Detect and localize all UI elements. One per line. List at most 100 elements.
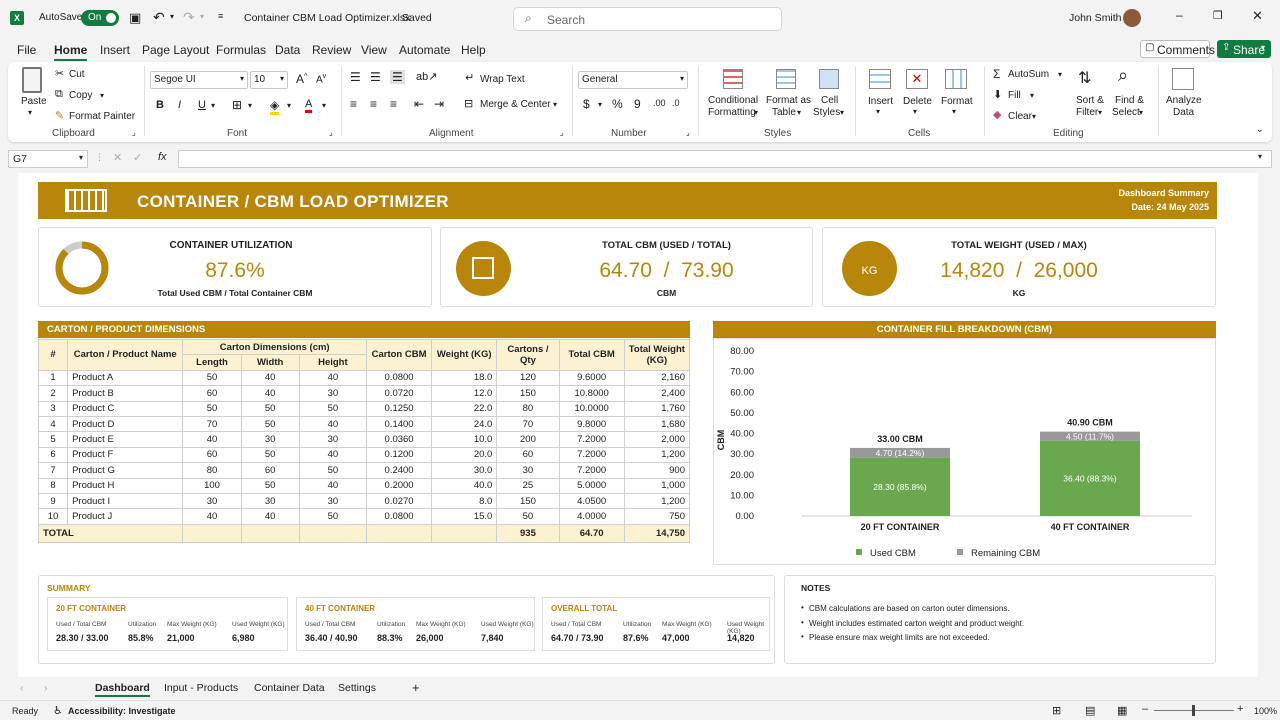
total-row[interactable]: TOTAL 935 64.70 14,750 [37,523,691,543]
format-as-table-label-2[interactable]: Table [772,107,796,118]
table-cell[interactable]: 0.2000 [365,477,433,494]
table-cell[interactable]: 120 [496,369,560,387]
table-cell[interactable]: 5.0000 [558,477,625,494]
table-cell[interactable]: 150 [496,385,560,402]
paste-icon[interactable] [22,67,42,93]
table-cell[interactable]: 8.0 [431,492,498,510]
table-cell[interactable]: 40 [182,431,242,448]
table-row[interactable]: 1 Product A 50 40 40 0.0800 18.0 120 9.6000 2,160 [37,369,691,387]
insert-cells-button[interactable]: Insert [868,96,893,107]
table-cell[interactable]: 80 [182,462,242,479]
clear-button[interactable]: Clear [1008,111,1032,122]
merge-dropdown-icon[interactable]: ▾ [553,100,557,109]
table-cell[interactable]: 50 [298,462,367,479]
format-as-table-label-1[interactable]: Format as [766,95,811,106]
normal-view-icon[interactable]: ⊞ [1052,704,1061,717]
autosum-dropdown-icon[interactable]: ▾ [1058,70,1062,79]
table-cell[interactable]: 40 [298,415,367,433]
align-bottom-icon[interactable]: ☰ [390,70,405,84]
sort-filter-label-2[interactable]: Filter [1076,107,1098,118]
underline-dropdown-icon[interactable]: ▾ [211,101,215,110]
table-cell[interactable]: Product H [67,477,184,494]
table-cell[interactable]: 9.6000 [558,369,625,387]
insert-dropdown-icon[interactable]: ▾ [876,107,880,116]
clear-icon[interactable]: ◆ [993,108,1001,121]
orientation-icon[interactable]: ab↗ [416,70,437,83]
share-button[interactable]: ⇪ Share ▾ [1217,40,1271,58]
format-painter-button[interactable]: Format Painter [69,111,135,122]
table-cell[interactable]: 0.1400 [365,415,433,433]
save-icon[interactable]: ▣ [129,10,141,26]
table-cell[interactable]: 70 [496,415,560,433]
table-cell[interactable]: 30 [182,492,242,510]
menu-file[interactable]: File [17,43,36,57]
table-cell[interactable]: 24.0 [431,415,498,433]
table-cell[interactable]: 4.0500 [558,492,625,510]
table-cell[interactable]: 60 [496,446,560,464]
file-name[interactable]: Container CBM Load Optimizer.xlsx [244,12,410,24]
table-cell[interactable]: 7 [37,462,69,479]
tab-dashboard[interactable]: Dashboard [95,682,150,697]
scroll-left-icon[interactable]: ‹ [20,682,24,694]
table-cell[interactable]: Product I [67,492,184,510]
redo-icon[interactable]: ↷ [183,9,195,26]
table-row[interactable]: 2 Product B 60 40 30 0.0720 12.0 150 10.8000 2,40… [37,385,691,402]
analyze-data-label-1[interactable]: Analyze [1166,95,1202,106]
table-cell[interactable]: 7.2000 [558,462,625,479]
total-cbm[interactable]: 64.70 [558,523,625,543]
clear-dropdown-icon[interactable]: ▾ [1032,112,1036,121]
table-cell[interactable]: 0.0270 [365,492,433,510]
name-box[interactable]: G7 ▾ [8,150,88,168]
table-cell[interactable]: 40 [298,477,367,494]
delete-cells-icon[interactable]: ✕ [906,69,928,89]
align-top-icon[interactable]: ☰ [350,70,361,84]
conditional-formatting-label-2[interactable]: Formatting [708,107,756,118]
decrease-font-icon[interactable]: Av [316,73,326,85]
number-format-select[interactable]: General ▾ [578,71,688,89]
align-middle-icon[interactable]: ☰ [370,70,381,84]
align-right-icon[interactable]: ≡ [390,97,397,111]
table-cell[interactable]: 100 [182,477,242,494]
table-cell[interactable]: 22.0 [431,400,498,417]
align-center-icon[interactable]: ≡ [370,97,377,111]
table-cell[interactable]: 0.1200 [365,446,433,464]
fill-color-dropdown-icon[interactable]: ▾ [287,101,291,110]
sort-filter-dropdown-icon[interactable]: ▾ [1098,108,1102,117]
user-name[interactable]: John Smith [1069,12,1122,24]
format-as-table-dropdown-icon[interactable]: ▾ [797,108,801,117]
autosum-button[interactable]: AutoSum [1008,69,1049,80]
table-cell[interactable]: 10.8000 [558,385,625,402]
table-cell[interactable]: 60 [240,462,300,479]
table-cell[interactable]: 40 [240,369,300,387]
table-cell[interactable]: 900 [623,462,691,479]
format-dropdown-icon[interactable]: ▾ [952,107,956,116]
table-cell[interactable]: 30 [240,492,300,510]
cell-styles-label-1[interactable]: Cell [821,95,838,106]
table-cell[interactable]: 30.0 [431,462,498,479]
paste-dropdown-icon[interactable]: ▾ [28,108,32,117]
table-cell[interactable]: 25 [496,477,560,494]
wrap-text-icon[interactable]: ↵ [465,71,474,84]
table-row[interactable]: 8 Product H 100 50 40 0.2000 40.0 25 5.0000 1,000 [37,477,691,494]
tab-container-data[interactable]: Container Data [254,682,325,694]
table-cell[interactable]: Product F [67,446,184,464]
table-cell[interactable]: 1,760 [623,400,691,417]
decrease-decimal-icon[interactable]: .0 [672,98,680,108]
table-cell[interactable]: 50 [182,400,242,417]
table-cell[interactable]: 3 [37,400,69,417]
total-cell[interactable] [298,523,367,543]
sort-filter-label-1[interactable]: Sort & [1076,95,1104,106]
undo-dropdown-icon[interactable]: ▾ [170,12,174,21]
merge-center-button[interactable]: Merge & Center [480,99,551,110]
table-cell[interactable]: 50 [240,477,300,494]
table-cell[interactable]: 30 [496,462,560,479]
find-select-label-1[interactable]: Find & [1115,95,1144,106]
menu-home[interactable]: Home [54,43,88,61]
table-row[interactable]: 5 Product E 40 30 30 0.0360 10.0 200 7.2000 2,000 [37,431,691,448]
table-cell[interactable]: 750 [623,508,691,525]
table-cell[interactable]: 5 [37,431,69,448]
currency-dropdown-icon[interactable]: ▾ [598,100,602,109]
table-cell[interactable]: 0.1250 [365,400,433,417]
total-qty[interactable]: 935 [496,523,560,543]
clipboard-launcher-icon[interactable]: ⌟ [132,128,136,137]
